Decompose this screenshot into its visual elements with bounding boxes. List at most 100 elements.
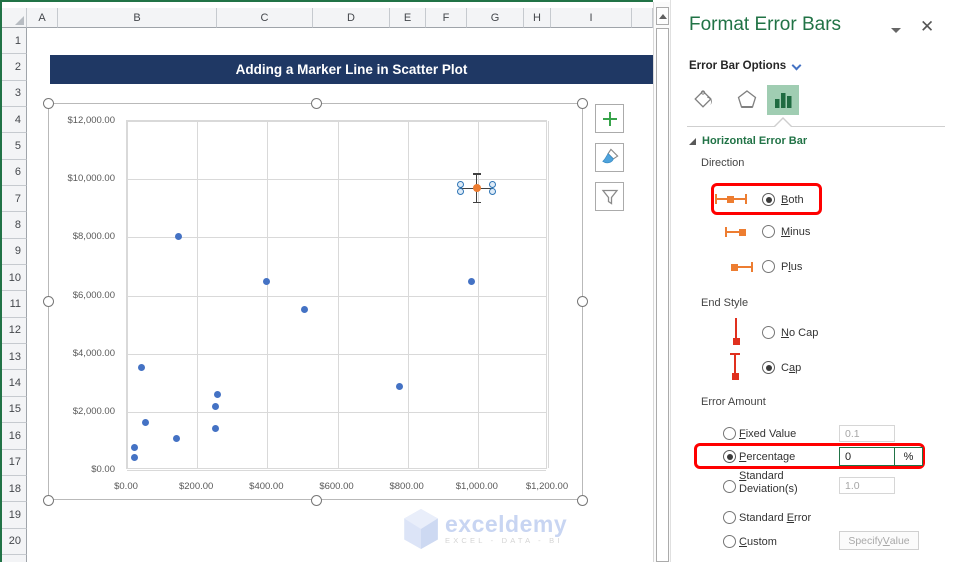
chart-resize-handle[interactable] [577, 495, 588, 506]
fixed-value-input[interactable]: 0.1 [839, 425, 895, 442]
scatter-point[interactable] [262, 277, 270, 285]
error-amount-fixed-value[interactable]: Fixed Value [739, 428, 796, 440]
pane-title: Format Error Bars [689, 14, 842, 35]
gridline-horizontal [127, 295, 546, 297]
chart-filters-button[interactable] [595, 182, 624, 211]
chart-elements-button[interactable] [595, 104, 624, 133]
row-header-21[interactable]: 21 [2, 554, 27, 562]
scatter-point[interactable] [213, 391, 221, 399]
row-header-9[interactable]: 9 [2, 238, 27, 266]
row-header-16[interactable]: 16 [2, 423, 27, 450]
row-header-12[interactable]: 12 [2, 317, 27, 345]
row-header-2[interactable]: 2 [2, 54, 27, 81]
chart-resize-handle[interactable] [311, 98, 322, 109]
row-header-11[interactable]: 11 [2, 291, 27, 318]
row-header-5[interactable]: 5 [2, 133, 27, 160]
sheet-vertical-scrollbar[interactable] [653, 2, 670, 562]
row-header-19[interactable]: 19 [2, 502, 27, 529]
row-header-10[interactable]: 10 [2, 265, 27, 292]
row-header-7[interactable]: 7 [2, 186, 27, 213]
radio-custom[interactable] [723, 535, 736, 548]
chart-styles-button[interactable] [595, 143, 624, 172]
watermark-brand: exceldemy [445, 511, 568, 537]
scatter-point[interactable] [468, 277, 476, 285]
banner-title-text: Adding a Marker Line in Scatter Plot [235, 62, 468, 77]
y-axis-tick-label: $4,000.00 [72, 347, 115, 359]
scatter-point[interactable] [211, 424, 219, 432]
chevron-down-icon[interactable] [791, 60, 802, 71]
scatter-point[interactable] [211, 402, 219, 410]
column-header-G[interactable]: G [467, 8, 524, 28]
column-header-E[interactable]: E [390, 8, 426, 28]
radio-standard-error[interactable] [723, 511, 736, 524]
chart-resize-handle[interactable] [577, 296, 588, 307]
scatter-point[interactable] [301, 305, 309, 313]
row-header-20[interactable]: 20 [2, 528, 27, 555]
radio-no-cap[interactable] [762, 326, 775, 339]
radio-minus[interactable] [762, 225, 775, 238]
column-header-I[interactable]: I [551, 8, 632, 28]
chart-resize-handle[interactable] [311, 495, 322, 506]
scrollbar-thumb[interactable] [656, 28, 669, 562]
tab-fill-line[interactable] [688, 85, 720, 115]
error-bar-minus-icon [725, 226, 747, 238]
error-amount-standard-error[interactable]: Standard Error [739, 512, 811, 524]
x-axis-tick-label: $1,000.00 [455, 481, 498, 492]
row-header-15[interactable]: 15 [2, 396, 27, 424]
error-amount-custom[interactable]: Custom [739, 536, 777, 548]
scatter-point[interactable] [138, 363, 146, 371]
end-style-option-no-cap[interactable]: No Cap [781, 327, 818, 339]
chart-resize-handle[interactable] [43, 98, 54, 109]
row-header-17[interactable]: 17 [2, 449, 27, 476]
chart-resize-handle[interactable] [577, 98, 588, 109]
column-header-A[interactable]: A [27, 8, 58, 28]
close-icon[interactable]: ✕ [920, 17, 934, 37]
tab-error-bar-options[interactable] [767, 85, 799, 115]
scatter-point[interactable] [141, 418, 149, 426]
radio-fixed-value[interactable] [723, 427, 736, 440]
row-header-6[interactable]: 6 [2, 159, 27, 187]
error-bar-options-label[interactable]: Error Bar Options [689, 60, 786, 72]
row-header-18[interactable]: 18 [2, 475, 27, 503]
scroll-up-arrow[interactable] [656, 7, 669, 25]
collapse-triangle-icon[interactable] [689, 138, 696, 145]
row-header-4[interactable]: 4 [2, 107, 27, 134]
error-bar-cap [472, 201, 481, 204]
row-header-3[interactable]: 3 [2, 80, 27, 108]
scatter-chart[interactable]: $0.00 $200.00 $400.00 $600.00 $800.00 $1,000.… [43, 98, 588, 506]
radio-cap[interactable] [762, 361, 775, 374]
chart-resize-handle[interactable] [43, 296, 54, 307]
end-style-label: End Style [701, 297, 749, 309]
direction-option-minus[interactable]: Minus [781, 226, 810, 238]
chart-resize-handle[interactable] [43, 495, 54, 506]
pane-dropdown-icon[interactable] [891, 28, 901, 33]
x-axis-tick-label: $0.00 [114, 481, 138, 492]
column-header-D[interactable]: D [313, 8, 390, 28]
standard-deviation-input[interactable]: 1.0 [839, 477, 895, 494]
row-header-13[interactable]: 13 [2, 344, 27, 371]
end-style-option-cap[interactable]: Cap [781, 362, 801, 374]
y-axis-tick-label: $8,000.00 [72, 231, 115, 243]
funnel-icon [601, 189, 618, 205]
column-header-partial[interactable] [632, 8, 653, 28]
column-header-F[interactable]: F [426, 8, 467, 28]
column-header-B[interactable]: B [58, 8, 217, 28]
column-header-C[interactable]: C [217, 8, 313, 28]
row-header-8[interactable]: 8 [2, 212, 27, 239]
direction-option-plus[interactable]: Plus [781, 261, 802, 273]
tab-effects[interactable] [731, 85, 763, 115]
row-header-1[interactable]: 1 [2, 28, 27, 55]
pentagon-icon [737, 90, 757, 108]
column-header-H[interactable]: H [524, 8, 551, 28]
divider [687, 126, 945, 127]
error-amount-standard-deviation[interactable]: Standard Deviation(s) [739, 470, 815, 495]
radio-standard-deviation[interactable] [723, 480, 736, 493]
radio-plus[interactable] [762, 260, 775, 273]
scatter-point[interactable] [175, 232, 183, 240]
no-cap-icon [732, 318, 740, 345]
specify-value-button[interactable]: Specify Value [839, 531, 919, 550]
scatter-point[interactable] [396, 382, 404, 390]
row-header-14[interactable]: 14 [2, 370, 27, 397]
percentage-input[interactable]: 0 [840, 448, 894, 465]
select-all-corner[interactable] [2, 8, 27, 28]
